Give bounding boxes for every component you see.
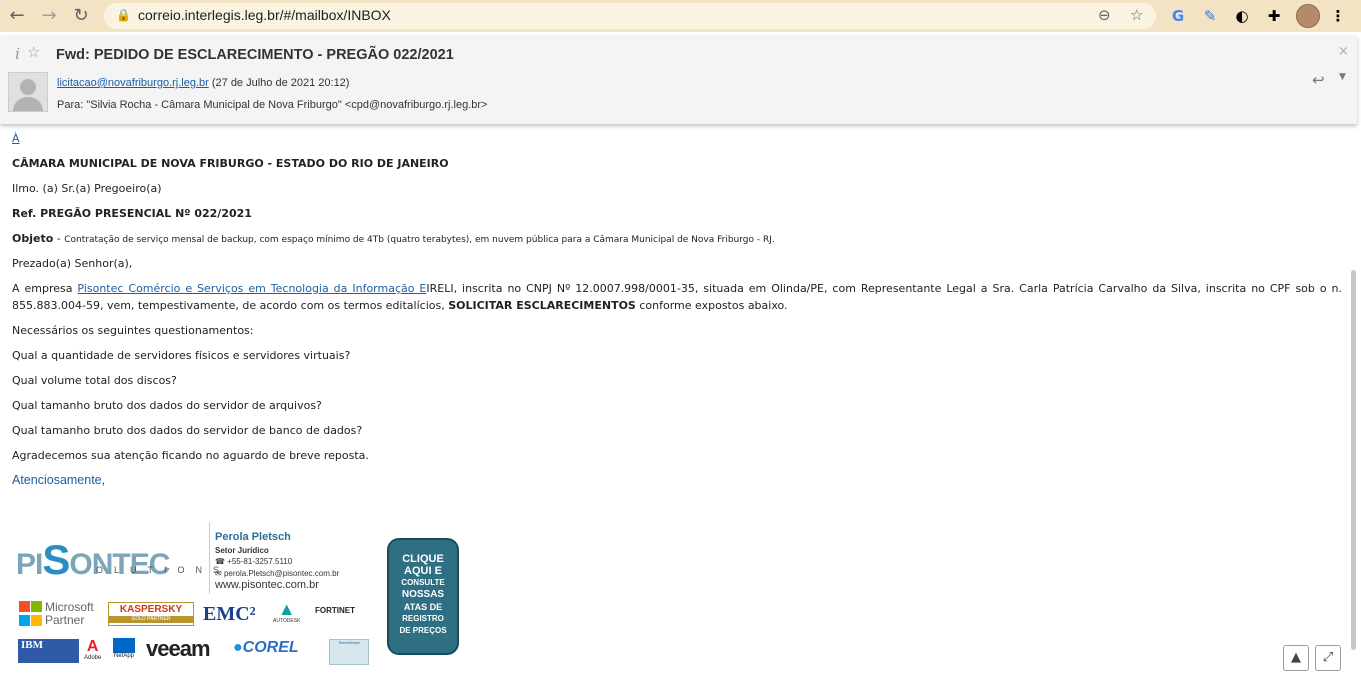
- browser-toolbar: ← → ↻ 🔒 correio.interlegis.leg.br/#/mail…: [0, 0, 1361, 32]
- emc-logo: EMC²: [203, 603, 256, 625]
- netapp-logo: NetApp: [113, 638, 135, 659]
- email-from: licitacao@novafriburgo.rj.leg.br (27 de …: [57, 77, 349, 89]
- signature-name: Perola Pletsch: [215, 531, 291, 543]
- fortinet-logo: FORTINET: [315, 606, 355, 615]
- body-link-a[interactable]: À: [12, 132, 20, 145]
- chevron-down-icon[interactable]: ▼: [1339, 72, 1346, 82]
- body-question-2: Qual volume total dos discos?: [12, 374, 177, 387]
- lock-icon: 🔒: [116, 8, 131, 22]
- extensions-puzzle-icon[interactable]: ✚: [1264, 6, 1284, 26]
- registro-precos-badge[interactable]: CLIQUE AQUI E CONSULTE NOSSAS ATAS DE RE…: [387, 538, 459, 655]
- body-question-1: Qual a quantidade de servidores físicos …: [12, 349, 351, 362]
- pen-extension-icon[interactable]: ✎: [1200, 6, 1220, 26]
- email-subject: Fwd: PEDIDO DE ESCLARECIMENTO - PREGÃO 0…: [56, 47, 454, 63]
- info-icon[interactable]: i: [15, 45, 20, 63]
- scroll-top-icon[interactable]: ▲: [1283, 645, 1309, 671]
- body-question-3: Qual tamanho bruto dos dados do servidor…: [12, 399, 322, 412]
- body-reference: Ref. PREGÃO PRESENCIAL Nº 022/2021: [12, 207, 252, 220]
- flag-star-icon[interactable]: ☆: [27, 43, 40, 61]
- adobe-logo: A Adobe: [84, 638, 102, 661]
- translate-extension-icon[interactable]: G: [1168, 6, 1188, 26]
- reload-icon[interactable]: ↻: [70, 5, 92, 27]
- teamviewer-logo: TeamViewer: [329, 639, 369, 665]
- sender-avatar: [8, 72, 48, 112]
- signature-email: ✉ perola.Pletsch@pisontec.com.br: [215, 569, 340, 578]
- forward-icon[interactable]: →: [38, 5, 60, 27]
- email-header: i ☆ Fwd: PEDIDO DE ESCLARECIMENTO - PREG…: [0, 36, 1357, 124]
- scrollbar-thumb[interactable]: [1351, 270, 1356, 650]
- body-greeting: Prezado(a) Senhor(a),: [12, 257, 133, 270]
- autodesk-logo: ▲ AUTODESK: [273, 599, 301, 624]
- body-heading: CÂMARA MUNICIPAL DE NOVA FRIBURGO - ESTA…: [12, 157, 449, 170]
- company-link[interactable]: Pisontec Comércio e Serviços em Tecnolog…: [77, 282, 426, 295]
- url-text[interactable]: correio.interlegis.leg.br/#/mailbox/INBO…: [138, 7, 391, 23]
- signature-phone: ☎ +55-81-3257.5110: [215, 557, 293, 566]
- mail-icon: ✉: [215, 569, 224, 578]
- bookmark-star-icon[interactable]: ☆: [1130, 6, 1143, 24]
- signature-website: www.pisontec.com.br: [215, 579, 319, 591]
- body-objeto: Objeto - Contratação de serviço mensal d…: [12, 232, 775, 245]
- close-icon[interactable]: ×: [1338, 44, 1349, 59]
- body-questions-intro: Necessários os seguintes questionamentos…: [12, 324, 254, 337]
- badge-text: CLIQUE AQUI E CONSULTE NOSSAS ATAS DE RE…: [399, 553, 447, 635]
- kaspersky-logo: KASPERSKY GOLD PARTNER: [108, 602, 194, 626]
- address-bar[interactable]: 🔒 correio.interlegis.leg.br/#/mailbox/IN…: [104, 3, 1156, 29]
- profile-avatar-icon[interactable]: [1296, 4, 1320, 28]
- email-date: (27 de Julho de 2021 20:12): [211, 77, 350, 89]
- signature-role: Setor Jurídico: [215, 546, 269, 555]
- veeam-logo: veeam: [146, 636, 211, 661]
- reply-icon[interactable]: ↩: [1312, 71, 1325, 89]
- body-question-4: Qual tamanho bruto dos dados do servidor…: [12, 424, 363, 437]
- body-paragraph: A empresa Pisontec Comércio e Serviços e…: [12, 282, 1342, 312]
- pisontec-logo: PISONTEC: [16, 536, 170, 583]
- back-icon[interactable]: ←: [6, 5, 28, 27]
- sender-address-link[interactable]: licitacao@novafriburgo.rj.leg.br: [57, 77, 209, 89]
- body-signoff: Atenciosamente,: [12, 473, 106, 487]
- ibm-logo: IBM: [18, 639, 79, 663]
- dark-mode-extension-icon[interactable]: ◐: [1232, 6, 1252, 26]
- expand-fullscreen-icon[interactable]: ⤢: [1315, 645, 1341, 671]
- chrome-menu-icon[interactable]: ⋮: [1328, 6, 1348, 26]
- email-to: Para: "Silvia Rocha - Câmara Municipal d…: [57, 99, 488, 111]
- microsoft-partner-logo: Microsoft Partner: [19, 600, 94, 627]
- phone-icon: ☎: [215, 557, 228, 566]
- signature-divider: [209, 522, 210, 594]
- zoom-icon[interactable]: ⊖: [1098, 6, 1111, 24]
- body-salutation: Ilmo. (a) Sr.(a) Pregoeiro(a): [12, 182, 162, 195]
- email-signature: PISONTEC OLUTIONS Perola Pletsch Setor J…: [14, 522, 464, 672]
- body-thanks: Agradecemos sua atenção ficando no aguar…: [12, 449, 369, 462]
- corel-logo: ●COREL: [233, 639, 299, 656]
